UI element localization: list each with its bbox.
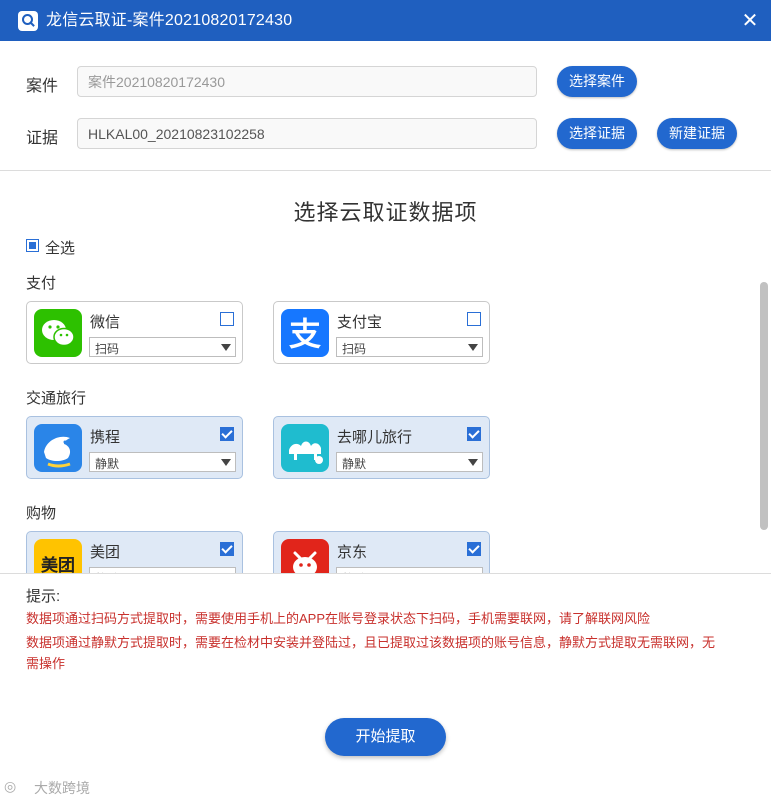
mode-value: 静默 [342,457,367,471]
qunar-icon [281,424,329,472]
group-title-shopping: 购物 [26,505,57,522]
new-evidence-button[interactable]: 新建证据 [657,118,737,149]
ctrip-icon [34,424,82,472]
caret-down-icon [468,344,478,351]
case-field[interactable] [77,66,537,97]
title-bar: 龙信云取证-案件20210820172430 ✕ [0,0,771,41]
app-checkbox[interactable] [220,542,234,556]
brand-text: 大数跨境 [34,780,90,796]
mode-select[interactable]: 静默 [89,452,236,472]
close-button[interactable]: ✕ [738,9,762,33]
app-logo-icon [18,11,38,31]
meituan-icon: 美团 [34,539,82,573]
app-card-jd[interactable]: 京东 静默 [273,531,490,573]
evidence-label: 证据 [26,130,59,147]
checkbox-indeterminate-icon [26,239,39,252]
group-title-payment: 支付 [26,275,57,292]
group-title-travel: 交通旅行 [26,390,87,407]
app-checkbox[interactable] [467,312,481,326]
mode-select[interactable]: 扫码 [336,337,483,357]
select-evidence-button[interactable]: 选择证据 [557,118,637,149]
svg-text:美团: 美团 [41,555,75,573]
app-checkbox[interactable] [467,427,481,441]
wechat-icon [34,309,82,357]
app-checkbox[interactable] [220,312,234,326]
mode-value: 静默 [95,457,120,471]
caret-down-icon [468,459,478,466]
select-case-button[interactable]: 选择案件 [557,66,637,97]
caret-down-icon [221,459,231,466]
start-extraction-button[interactable]: 开始提取 [325,718,446,756]
app-card-wechat[interactable]: 微信 扫码 [26,301,243,364]
mode-value: 扫码 [342,342,367,356]
app-checkbox[interactable] [467,542,481,556]
tip-scan-mode: 数据项通过扫码方式提取时，需要使用手机上的APP在账号登录状态下扫码，手机需要联… [26,611,651,626]
section-heading: 选择云取证数据项 [293,200,478,225]
app-name: 支付宝 [337,314,383,331]
app-card-ctrip[interactable]: 携程 静默 [26,416,243,479]
app-checkbox[interactable] [220,427,234,441]
window-title: 龙信云取证-案件20210820172430 [46,12,293,29]
svg-text:支: 支 [289,315,321,353]
mode-value: 扫码 [95,342,120,356]
tips-title: 提示: [26,588,61,605]
caret-down-icon [221,344,231,351]
app-name: 美团 [90,544,121,561]
case-label: 案件 [26,78,59,95]
tip-silent-mode: 数据项通过静默方式提取时，需要在检材中安装并登陆过，且已提取过该数据项的账号信息… [26,635,716,671]
app-card-alipay[interactable]: 支 支付宝 扫码 [273,301,490,364]
mode-select[interactable]: 扫码 [89,337,236,357]
data-item-pane[interactable]: 选择云取证数据项 全选 支付 微信 扫码 支 支付宝 扫码 交通旅行 携程 静默… [0,171,771,573]
evidence-field[interactable] [77,118,537,149]
app-name: 去哪儿旅行 [337,429,413,446]
alipay-icon: 支 [281,309,329,357]
vertical-scrollbar[interactable] [760,282,768,530]
app-card-qunar[interactable]: 去哪儿旅行 静默 [273,416,490,479]
app-name: 微信 [90,314,121,331]
app-card-meituan[interactable]: 美团 美团 静默 [26,531,243,573]
brand-icon: ◎ [4,778,17,794]
select-all-label: 全选 [45,240,76,257]
app-name: 京东 [337,544,368,561]
mode-select[interactable]: 静默 [336,452,483,472]
app-name: 携程 [90,429,121,446]
divider [0,573,771,574]
jd-icon [281,539,329,573]
